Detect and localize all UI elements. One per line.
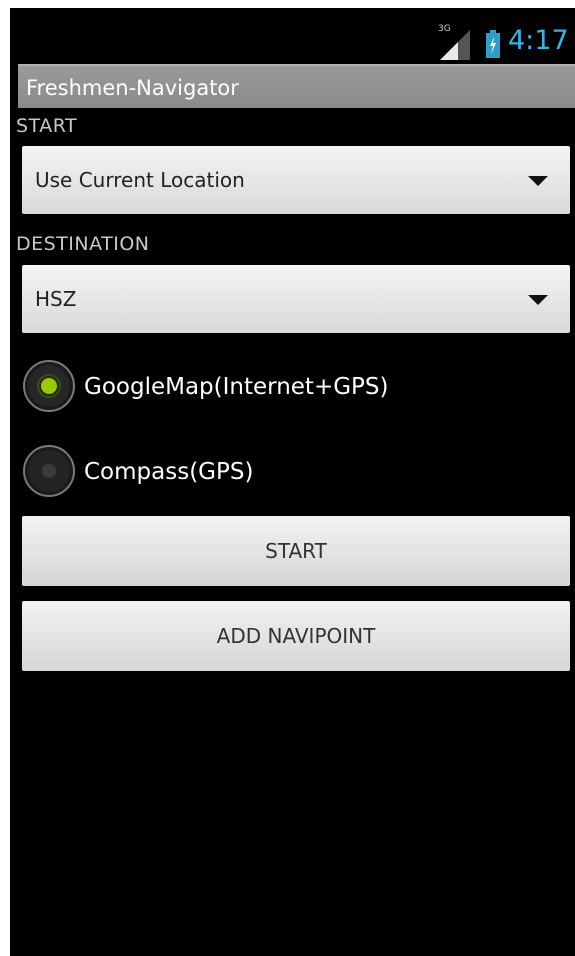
radio-compass[interactable]: Compass(GPS): [22, 443, 482, 499]
radio-googlemap-label: GoogleMap(Internet+GPS): [84, 374, 389, 400]
start-button-label: START: [265, 539, 327, 563]
add-navipoint-button[interactable]: ADD NAVIPOINT: [22, 601, 570, 671]
start-section-label: START: [16, 115, 78, 137]
signal-strength-icon: [440, 30, 470, 60]
radio-checked-icon: [23, 360, 75, 412]
dropdown-triangle-icon: [528, 176, 548, 186]
title-bar: Freshmen-Navigator: [18, 64, 575, 108]
start-location-value: Use Current Location: [35, 168, 245, 192]
status-clock: 4:17: [508, 25, 569, 56]
app-title: Freshmen-Navigator: [26, 76, 239, 100]
radio-googlemap[interactable]: GoogleMap(Internet+GPS): [22, 358, 482, 414]
status-bar: 3G 4:17: [10, 8, 575, 62]
dropdown-triangle-icon: [528, 295, 548, 305]
destination-value: HSZ: [35, 287, 77, 311]
radio-compass-label: Compass(GPS): [84, 459, 254, 485]
start-location-spinner[interactable]: Use Current Location: [22, 146, 570, 214]
radio-unchecked-icon: [23, 445, 75, 497]
add-navipoint-button-label: ADD NAVIPOINT: [216, 624, 376, 648]
phone-screen: 3G 4:17 Freshmen-Navigator START Use Cur…: [10, 8, 575, 956]
destination-section-label: DESTINATION: [16, 233, 150, 255]
destination-spinner[interactable]: HSZ: [22, 265, 570, 333]
start-button[interactable]: START: [22, 516, 570, 586]
battery-icon: [486, 30, 500, 58]
